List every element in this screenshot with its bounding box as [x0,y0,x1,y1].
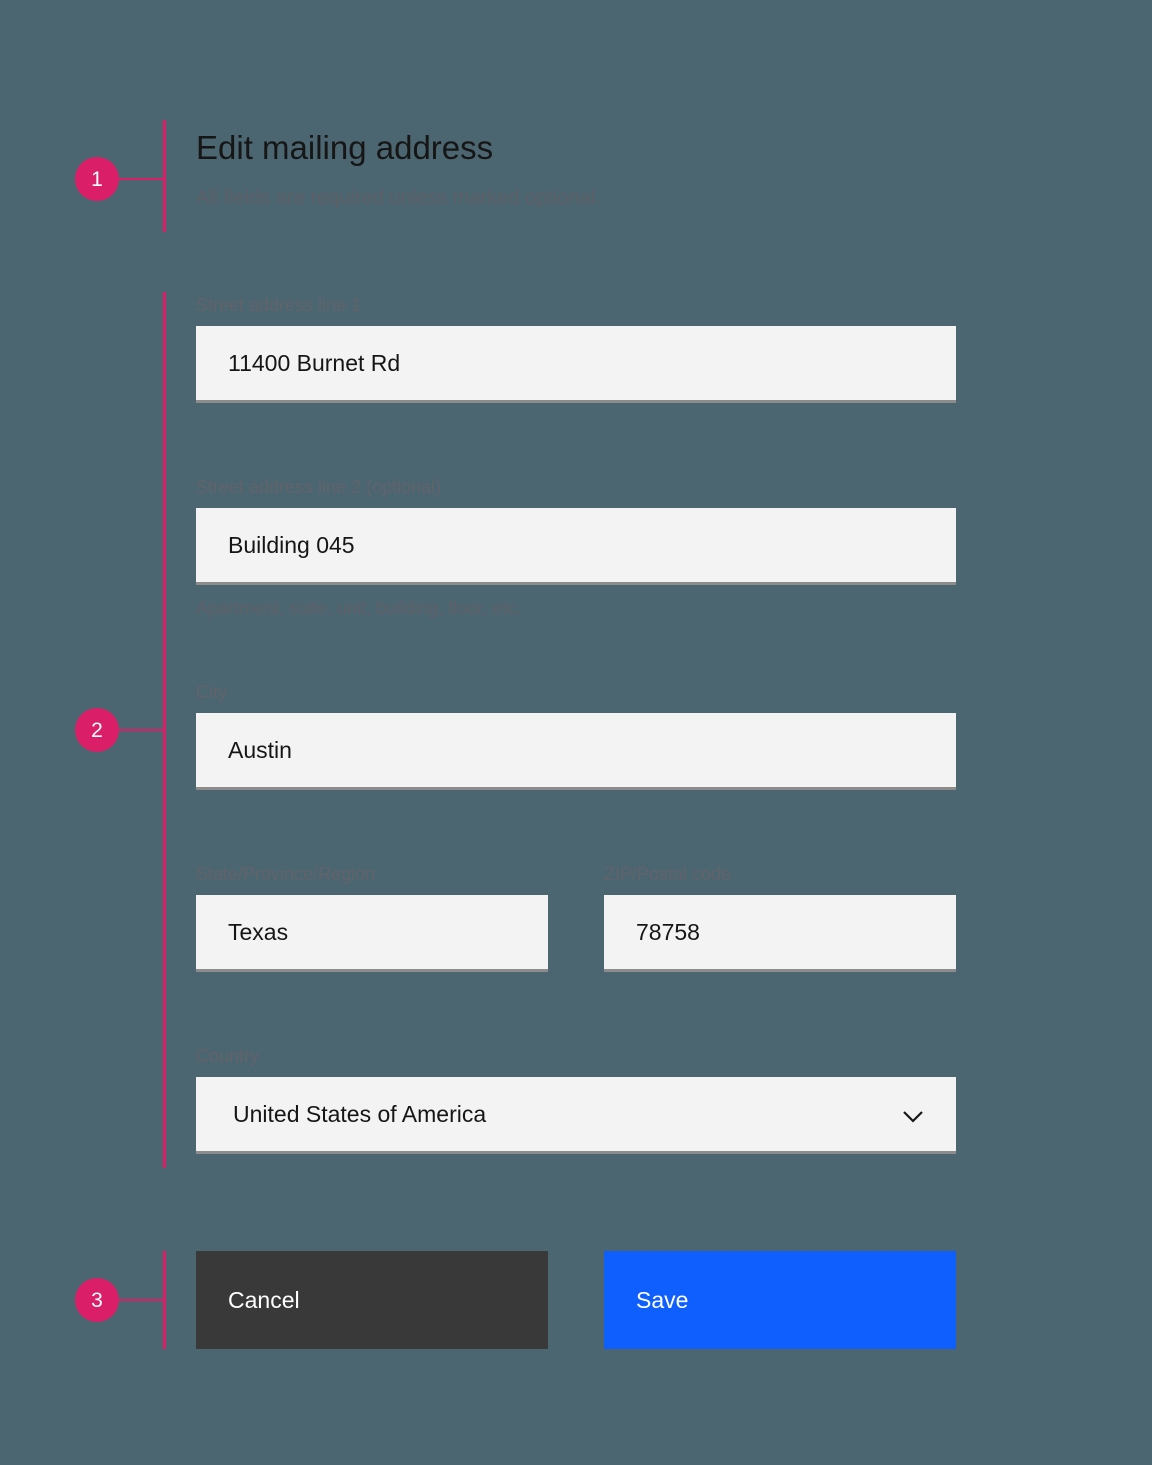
input-zip[interactable] [604,895,956,972]
label-city: City [196,682,227,702]
label-state: State/Province/Region [196,864,376,884]
cancel-button[interactable]: Cancel [196,1251,548,1349]
annotation-leader-2 [119,729,165,731]
page-title: Edit mailing address [196,129,494,166]
input-street-address-2[interactable] [196,508,956,585]
field-zip: ZIP/Postal code [604,863,956,972]
annotation-marker-1: 1 [75,157,165,201]
annotation-marker-3: 3 [75,1278,165,1322]
save-button[interactable]: Save [604,1251,956,1349]
input-state[interactable] [196,895,548,972]
annotation-leader-3 [119,1299,165,1301]
country-select-value[interactable]: United States of America [196,1077,956,1154]
input-street-address-1[interactable] [196,326,956,403]
chevron-down-icon [903,1110,923,1123]
field-state: State/Province/Region [196,863,548,972]
helper-street-address-2: Apartment, suite, unit, building, floor,… [196,598,522,618]
field-city: City [196,681,956,790]
form-actions: Cancel Save [196,1251,956,1349]
country-select[interactable]: United States of America [196,1077,956,1154]
field-street-address-2: Street address line 2 (optional) Apartme… [196,476,956,619]
annotation-number-1: 1 [75,157,119,201]
page-subtitle: All fields are required unless marked op… [196,187,601,209]
annotation-marker-2: 2 [75,708,165,752]
input-city[interactable] [196,713,956,790]
field-country: Country United States of America [196,1045,956,1154]
annotation-number-2: 2 [75,708,119,752]
annotation-leader-1 [119,178,165,180]
annotation-number-3: 3 [75,1278,119,1322]
label-zip: ZIP/Postal code [604,864,732,884]
field-street-address-1: Street address line 1 [196,294,956,403]
label-country: Country [196,1046,260,1066]
label-street-address-1: Street address line 1 [196,295,362,315]
label-street-address-2: Street address line 2 (optional) [196,477,442,497]
